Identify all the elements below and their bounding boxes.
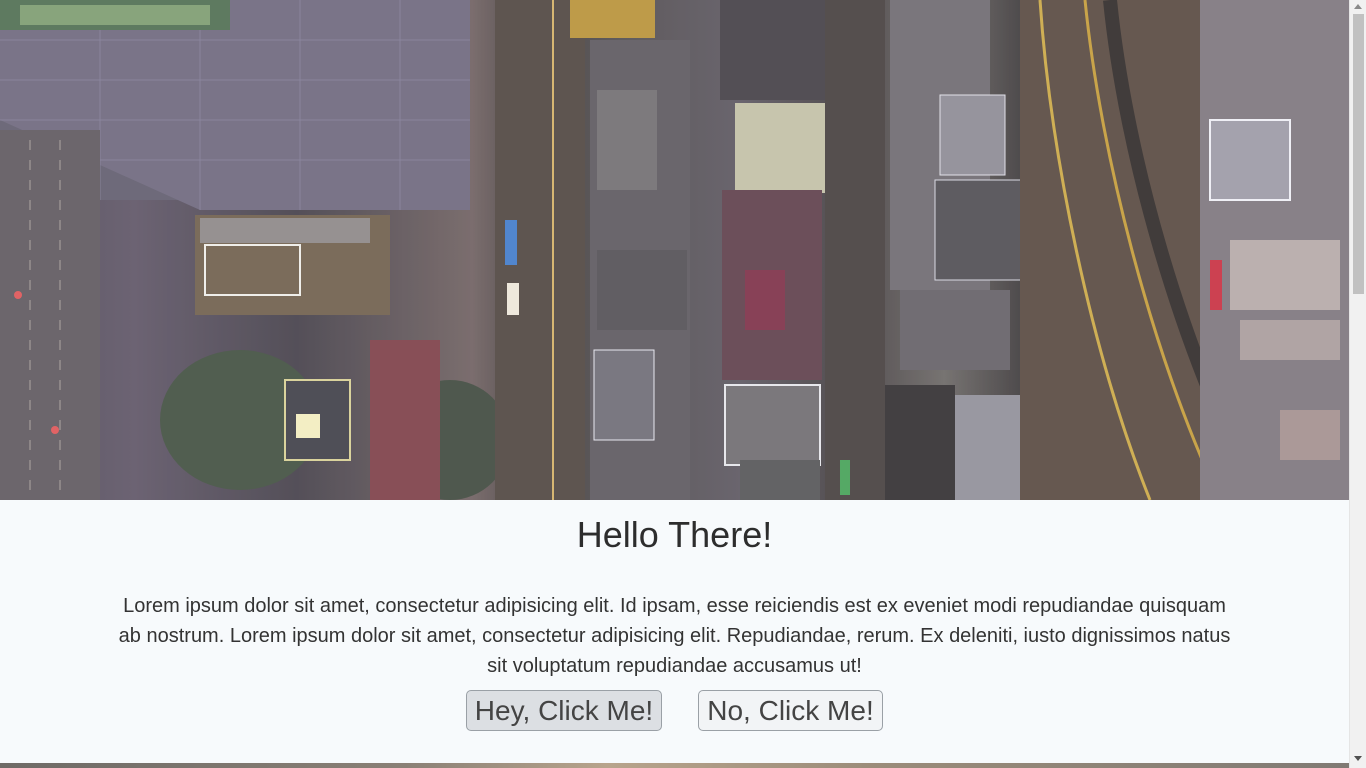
- intro-paragraph: Lorem ipsum dolor sit amet, consectetur …: [118, 595, 1231, 677]
- scrollbar-thumb[interactable]: [1353, 14, 1364, 294]
- next-section-image-edge: [0, 763, 1349, 768]
- main-content: Hello There! Lorem ipsum dolor sit amet,…: [0, 500, 1349, 763]
- page-viewport: Hello There! Lorem ipsum dolor sit amet,…: [0, 0, 1349, 768]
- hey-click-me-button[interactable]: Hey, Click Me!: [466, 690, 662, 731]
- hero-image: [0, 0, 1349, 500]
- hero-overlay: [0, 0, 1349, 500]
- page-title: Hello There!: [576, 514, 773, 555]
- scroll-down-arrow-icon[interactable]: [1354, 756, 1362, 761]
- scroll-up-arrow-icon[interactable]: [1354, 4, 1362, 9]
- no-click-me-button[interactable]: No, Click Me!: [698, 690, 883, 731]
- vertical-scrollbar[interactable]: [1349, 0, 1366, 768]
